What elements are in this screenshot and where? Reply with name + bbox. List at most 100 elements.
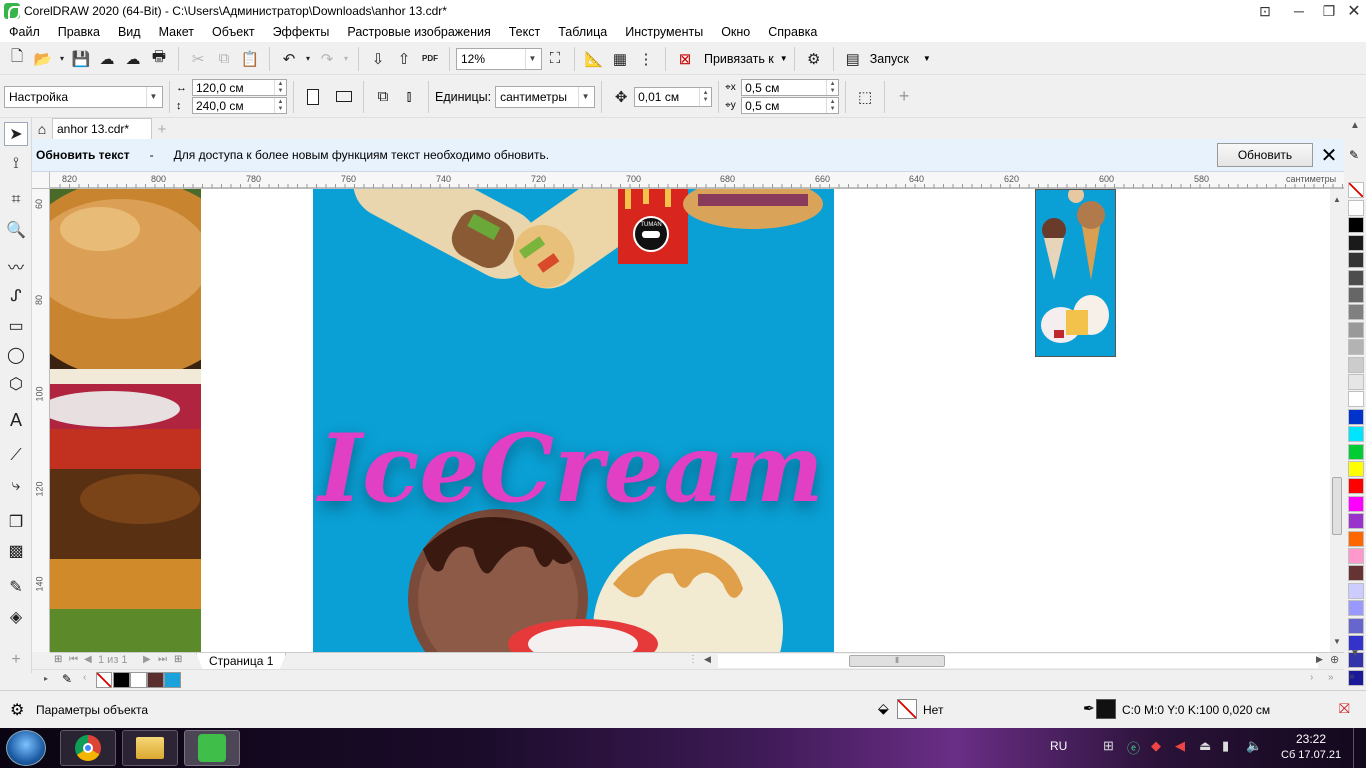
redo-dropdown-icon[interactable]: ▾ <box>341 47 351 71</box>
add-tool-icon[interactable]: + <box>4 648 28 672</box>
open-dropdown-icon[interactable]: ▾ <box>57 47 67 71</box>
drop-shadow-tool-icon[interactable]: ❒ <box>4 510 28 534</box>
options-gear-icon[interactable]: ⚙ <box>802 47 826 71</box>
add-page-after-icon[interactable]: ⊞ <box>174 654 182 665</box>
copy-icon[interactable]: ⧉ <box>212 47 236 71</box>
import-icon[interactable]: ⇩ <box>366 47 390 71</box>
palette-color-swatch[interactable] <box>1348 200 1364 216</box>
palette-color-swatch[interactable] <box>1348 495 1364 512</box>
object-properties-gear-icon[interactable]: ⚙ <box>10 700 24 720</box>
doc-palette-color-swatch[interactable] <box>164 672 181 688</box>
usb-tray-icon[interactable]: ⏏ <box>1199 738 1211 754</box>
menu-bitmaps[interactable]: Растровые изображения <box>338 25 499 39</box>
save-icon[interactable]: 💾 <box>69 47 93 71</box>
palette-scroll-down-icon[interactable]: ▼ <box>1350 648 1360 659</box>
palette-color-swatch[interactable] <box>1348 443 1364 460</box>
chevron-down-icon[interactable]: ▼ <box>923 54 931 63</box>
launch-label[interactable]: Запуск <box>870 52 909 66</box>
scroll-right-icon[interactable]: ▶ <box>1316 654 1323 665</box>
cut-icon[interactable]: ✂ <box>186 47 210 71</box>
horizontal-scroll-thumb[interactable]: ⦀ <box>849 655 945 667</box>
palette-color-swatch[interactable] <box>1348 461 1364 477</box>
palette-color-swatch[interactable] <box>1348 530 1364 547</box>
spinner-arrows-icon[interactable]: ▲ ▼ <box>699 87 711 106</box>
ellipse-tool-icon[interactable]: ◯ <box>4 343 28 367</box>
doc-no-color-swatch[interactable] <box>96 672 112 688</box>
palette-color-swatch[interactable] <box>1348 391 1364 408</box>
interactive-fill-tool-icon[interactable]: ◈ <box>4 605 28 629</box>
zoom-level-dropdown[interactable]: 12% ▼ <box>456 47 542 70</box>
show-desktop-button[interactable] <box>1353 728 1366 768</box>
palette-eyedropper-icon[interactable]: ✎ <box>1349 148 1359 162</box>
zoom-fit-icon[interactable]: ⛶ <box>543 47 567 71</box>
palette-menu-icon[interactable]: » <box>1349 671 1355 682</box>
tray-app-icon[interactable]: ⓔ <box>1127 738 1140 757</box>
palette-color-swatch[interactable] <box>1348 374 1364 390</box>
units-dropdown[interactable]: сантиметры ▼ <box>495 85 596 108</box>
rulers-toggle-icon[interactable]: 📐 <box>582 47 606 71</box>
page-tabs-menu-icon[interactable]: ⋮ <box>688 654 698 665</box>
page-height-input[interactable]: 240,0 см ▲ ▼ <box>192 97 287 114</box>
portrait-orientation-icon[interactable] <box>301 85 325 109</box>
artistic-media-tool-icon[interactable]: ᔑ <box>4 284 28 308</box>
menu-file[interactable]: Файл <box>0 25 49 39</box>
rectangle-tool-icon[interactable]: ▭ <box>4 314 28 338</box>
menu-window[interactable]: Окно <box>712 25 759 39</box>
spinner-arrows-icon[interactable]: ▲ ▼ <box>826 80 838 95</box>
print-icon[interactable]: 🖶 <box>147 47 171 71</box>
cloud-icon[interactable]: ☁ <box>121 47 145 71</box>
palette-color-swatch[interactable] <box>1348 600 1364 617</box>
horizontal-scroll-track[interactable] <box>718 654 1318 668</box>
close-hint-icon[interactable]: ✕ <box>1319 144 1339 167</box>
doc-palette-color-swatch[interactable] <box>147 672 164 688</box>
input-language-indicator[interactable]: RU <box>1050 739 1067 753</box>
next-page-icon[interactable]: ▶ <box>143 654 151 665</box>
taskbar-chrome-button[interactable] <box>60 730 116 766</box>
palette-color-swatch[interactable] <box>1348 287 1364 303</box>
palette-color-swatch[interactable] <box>1348 269 1364 286</box>
launch-app-icon[interactable]: ▤ <box>841 47 865 71</box>
first-page-icon[interactable]: ⏮ <box>69 654 78 665</box>
chevron-down-icon[interactable]: ▼ <box>780 54 788 63</box>
icecream-thumbnail[interactable] <box>1035 189 1116 357</box>
scroll-down-icon[interactable]: ▼ <box>1333 637 1341 646</box>
horizontal-ruler[interactable]: 820 800 780 760 740 720 700 680 660 640 … <box>50 172 1344 189</box>
menu-table[interactable]: Таблица <box>549 25 616 39</box>
start-button[interactable] <box>6 730 46 766</box>
icecream-poster[interactable]: TUMAN IceCream <box>313 189 834 652</box>
nudge-distance-input[interactable]: 0,01 см ▲ ▼ <box>634 86 713 107</box>
palette-color-swatch[interactable] <box>1348 217 1364 234</box>
doc-palette-eyedropper-icon[interactable]: ✎ <box>62 672 72 686</box>
fill-color-swatch[interactable] <box>897 699 917 719</box>
menu-object[interactable]: Объект <box>203 25 264 39</box>
palette-color-swatch[interactable] <box>1348 252 1364 269</box>
pdf-export-icon[interactable]: PDF <box>418 47 442 71</box>
crop-tool-icon[interactable]: ⌗ <box>4 188 28 212</box>
grid-toggle-icon[interactable]: ▦ <box>608 47 632 71</box>
palette-color-swatch[interactable] <box>1348 339 1364 356</box>
vertical-scroll-thumb[interactable] <box>1332 477 1342 535</box>
tray-clock-date[interactable]: Сб 17.07.21 <box>1281 749 1341 761</box>
palette-color-swatch[interactable] <box>1348 617 1364 634</box>
undo-icon[interactable]: ↶ <box>277 47 301 71</box>
tray-app3-icon[interactable]: ◀ <box>1175 738 1185 754</box>
home-icon[interactable]: ⌂ <box>32 119 52 139</box>
palette-color-swatch[interactable] <box>1348 478 1364 495</box>
burger-image[interactable] <box>50 189 201 652</box>
spinner-arrows-icon[interactable]: ▲ ▼ <box>274 98 286 113</box>
add-page-before-icon[interactable]: ⊞ <box>54 654 62 665</box>
freehand-tool-icon[interactable]: 〰 <box>4 254 28 278</box>
page-width-input[interactable]: 120,0 см ▲ ▼ <box>192 79 287 96</box>
update-button[interactable]: Обновить <box>1217 143 1313 167</box>
doc-palette-color-swatch[interactable] <box>130 672 147 688</box>
close-window-button[interactable]: ✕ <box>1337 0 1366 22</box>
connector-tool-icon[interactable]: ⤷ <box>4 474 28 498</box>
drawing-canvas[interactable]: TUMAN IceCream <box>50 189 1330 652</box>
network-tray-icon[interactable]: ⊞ <box>1103 738 1114 754</box>
scroll-up-icon[interactable]: ▲ <box>1333 195 1341 204</box>
no-color-swatch[interactable] <box>1348 182 1364 198</box>
taskbar-coreldraw-button[interactable] <box>184 730 240 766</box>
menu-text[interactable]: Текст <box>500 25 549 39</box>
zoom-navigator-icon[interactable]: ⊕ <box>1330 653 1339 666</box>
ruler-origin[interactable] <box>32 172 50 189</box>
